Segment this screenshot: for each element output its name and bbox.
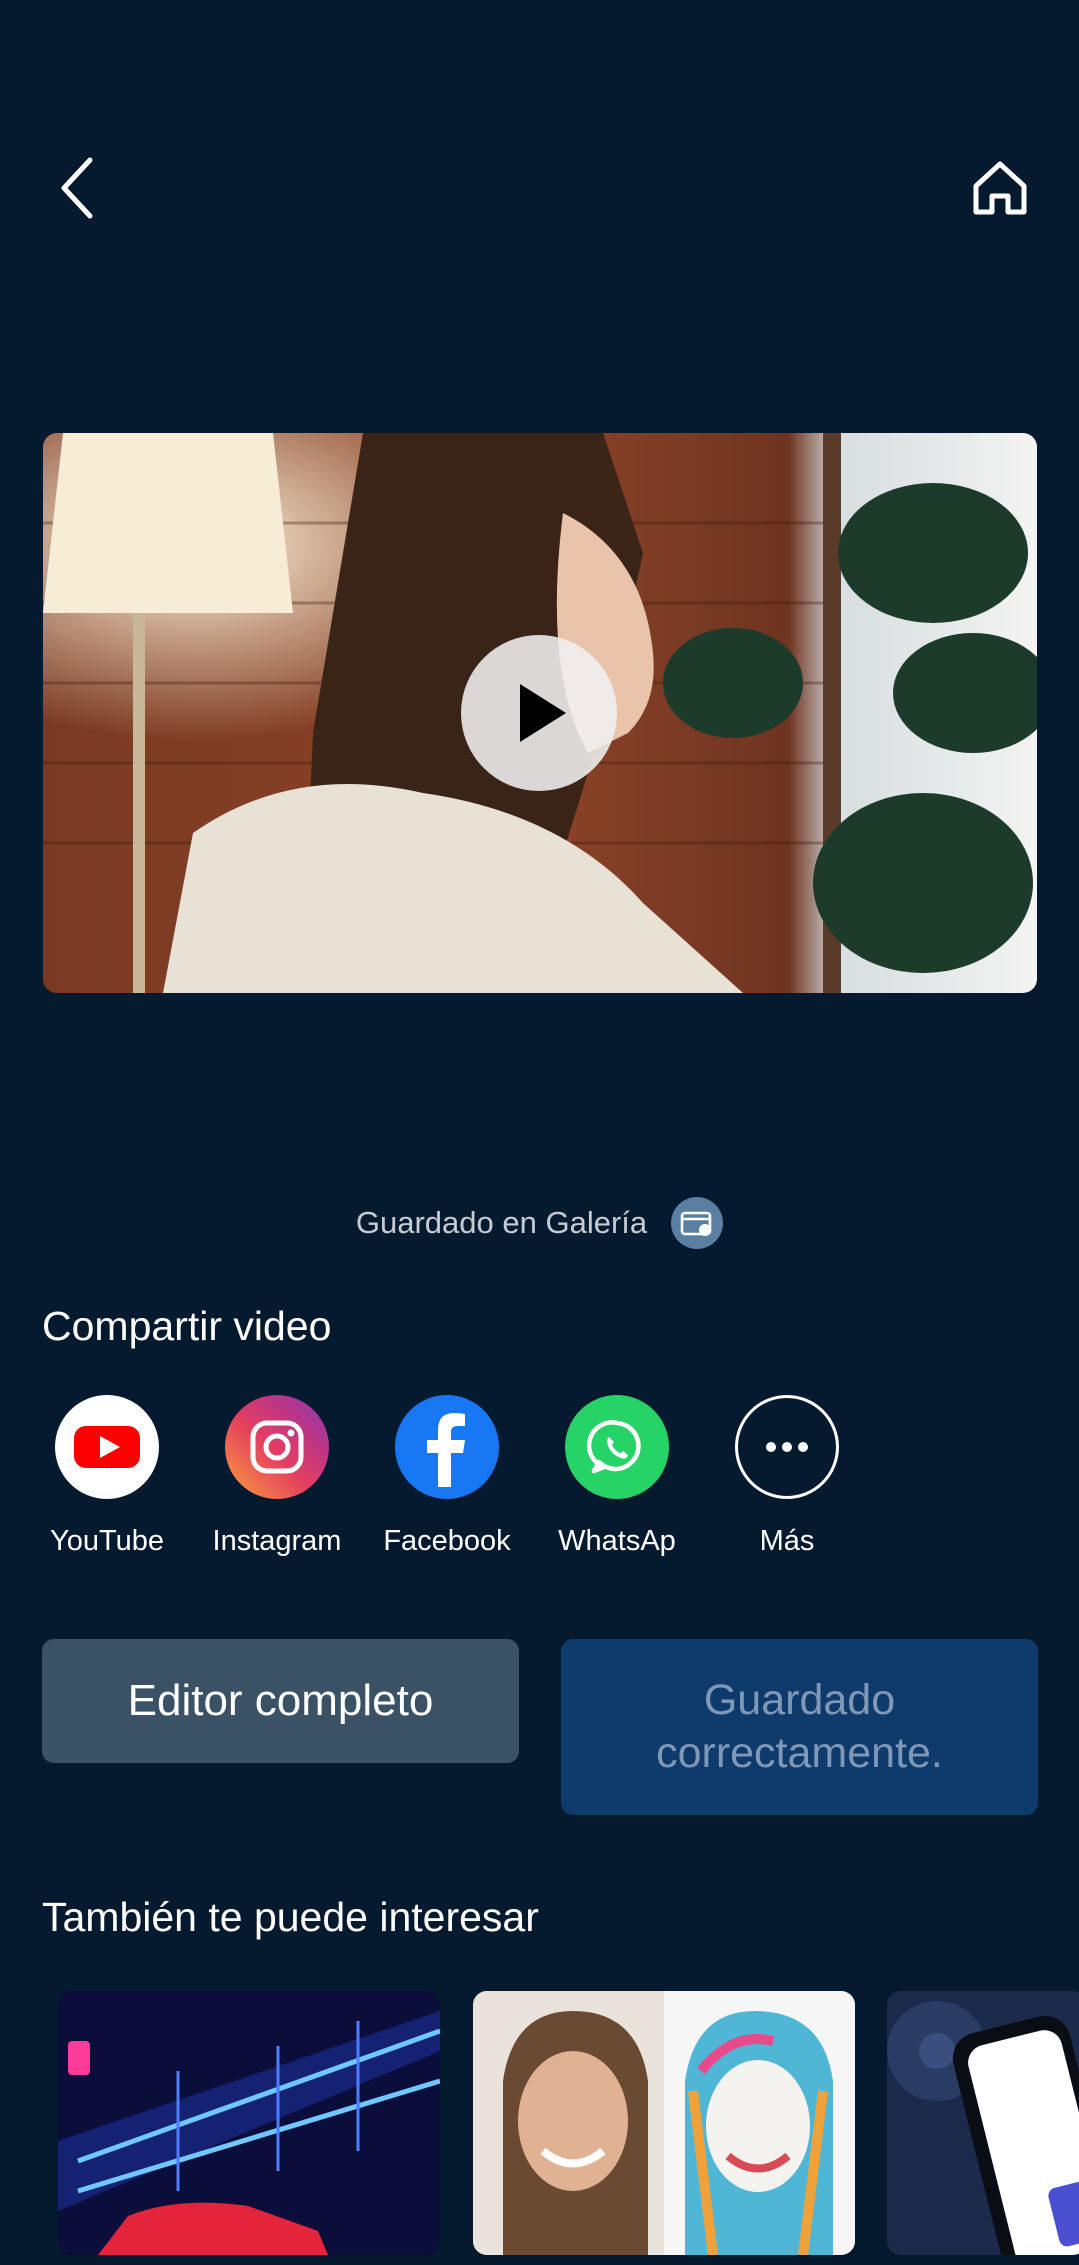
full-editor-button[interactable]: Editor completo <box>42 1639 519 1763</box>
home-icon <box>973 161 1027 215</box>
share-whatsapp[interactable]: WhatsAp <box>532 1395 702 1558</box>
back-button[interactable] <box>38 148 118 228</box>
youtube-icon <box>55 1395 159 1499</box>
share-label: YouTube <box>50 1525 164 1557</box>
home-button[interactable] <box>960 148 1040 228</box>
share-label: Más <box>759 1525 815 1557</box>
instagram-icon <box>225 1395 329 1499</box>
recommendations-title: También te puede interesar <box>42 1894 539 1940</box>
save-status-text: Guardado en Galería <box>355 1205 648 1240</box>
play-icon <box>520 684 566 742</box>
save-status-row: Guardado en Galería <box>0 1195 1079 1251</box>
whatsapp-icon <box>565 1395 669 1499</box>
share-more[interactable]: Más <box>702 1395 872 1558</box>
share-label: Facebook <box>383 1525 511 1557</box>
share-facebook[interactable]: Facebook <box>362 1395 532 1558</box>
share-youtube[interactable]: YouTube <box>22 1395 192 1558</box>
gallery-folder-icon[interactable] <box>671 1197 724 1249</box>
play-button[interactable] <box>461 635 617 791</box>
portrait-art-thumbnail[interactable] <box>473 1991 855 2255</box>
saved-successfully-button[interactable]: Guardado correctamente. <box>561 1639 1038 1815</box>
neon-car-thumbnail[interactable] <box>58 1991 440 2255</box>
ai-music-thumbnail[interactable] <box>887 1991 1079 2255</box>
share-label: Instagram <box>212 1525 342 1557</box>
share-label: WhatsAp <box>558 1525 676 1557</box>
share-instagram[interactable]: Instagram <box>192 1395 362 1558</box>
share-section-title: Compartir video <box>42 1303 332 1349</box>
video-preview[interactable] <box>43 433 1037 993</box>
more-icon <box>735 1395 839 1499</box>
chevron-left-icon <box>61 157 93 219</box>
facebook-icon <box>395 1395 499 1499</box>
